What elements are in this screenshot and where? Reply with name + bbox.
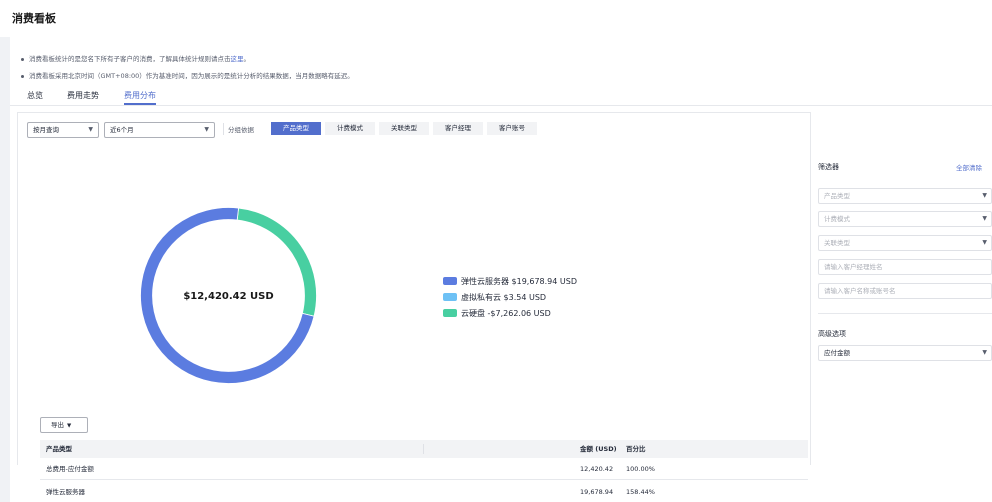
chevron-down-icon: ▼ [982,239,987,246]
select-placeholder: 产品类型 [824,192,850,200]
chevron-down-icon: ▼ [982,349,987,356]
note-timezone: 消费看板采用北京时间（GMT+08:00）作为基准时间，因为展示的是统计分析的结… [21,70,354,80]
chevron-down-icon: ▼ [982,215,987,222]
cell-amount: 19,678.94 [580,488,614,496]
filter-title: 筛选器 [818,163,839,171]
cell-product-type: 弹性云服务器 [46,488,85,496]
chart-panel [17,112,811,465]
table-row: 总费用-应付金额 12,420.42 100.00% [40,458,808,480]
table-header: 产品类型 金额 (USD) 百分比 [40,440,808,458]
legend-swatch [443,308,457,317]
billing-mode-filter[interactable]: 计费模式 ▼ [818,211,992,227]
donut-center-total: $12,420.42 USD [183,291,274,302]
filter-divider [818,313,992,314]
tab-cost-distribution[interactable]: 费用分布 [124,90,156,101]
chevron-down-icon: ▼ [67,423,72,429]
tabs-divider [10,105,992,106]
chart-legend: 弹性云服务器 $19,678.94 USD 虚拟私有云 $3.54 USD 云硬… [443,276,577,324]
page-title: 消费看板 [12,12,56,25]
table-row: 弹性云服务器 19,678.94 158.44% [40,481,808,502]
amount-type-select[interactable]: 应付金额 ▼ [818,345,992,361]
legend-swatch [443,276,457,285]
page-header: 消费看板 [0,0,992,37]
tab-overview[interactable]: 总览 [27,90,43,101]
legend-label: 弹性云服务器 $19,678.94 USD [461,277,577,286]
bullet-dot [21,74,24,78]
cell-amount: 12,420.42 [580,465,614,473]
note-text: 消费看板采用北京时间（GMT+08:00）作为基准时间，因为展示的是统计分析的结… [29,72,354,80]
header-percent: 百分比 [626,445,646,453]
export-button[interactable]: 导出 ▼ [40,417,88,433]
cell-product-type: 总费用-应付金额 [46,465,94,473]
product-type-filter[interactable]: 产品类型 ▼ [818,188,992,204]
legend-label: 虚拟私有云 $3.54 USD [461,293,547,302]
legend-item-ecs[interactable]: 弹性云服务器 $19,678.94 USD [443,276,577,288]
association-type-filter[interactable]: 关联类型 ▼ [818,235,992,251]
legend-item-vpc[interactable]: 虚拟私有云 $3.54 USD [443,292,577,304]
header-product-type: 产品类型 [46,445,72,453]
bullet-dot [21,57,24,61]
header-amount: 金额 (USD) [580,445,617,453]
rules-link[interactable]: 这里 [231,55,244,63]
column-divider [423,444,424,454]
chevron-down-icon: ▼ [982,192,987,199]
clear-all-link[interactable]: 全部清除 [956,162,982,172]
select-placeholder: 关联类型 [824,239,850,247]
legend-label: 云硬盘 -$7,262.06 USD [461,309,551,318]
tab-cost-trend[interactable]: 费用走势 [67,90,99,101]
customer-account-input[interactable] [818,283,992,299]
advanced-options-title: 高级选项 [818,330,846,338]
cell-percent: 100.00% [626,465,655,473]
note-after: 。 [243,55,251,63]
note-stat-rules: 消费看板统计的是您名下所有子客户的消费，了解具体统计规则请点击这里。 [21,53,250,63]
legend-item-evs[interactable]: 云硬盘 -$7,262.06 USD [443,308,577,320]
amount-type-value: 应付金额 [824,349,850,357]
select-placeholder: 计费模式 [824,215,850,223]
note-text: 消费看板统计的是您名下所有子客户的消费，了解具体统计规则请点击 [29,55,231,63]
export-label: 导出 [51,421,64,429]
legend-swatch [443,292,457,301]
account-manager-input[interactable] [818,259,992,275]
cell-percent: 158.44% [626,488,655,496]
